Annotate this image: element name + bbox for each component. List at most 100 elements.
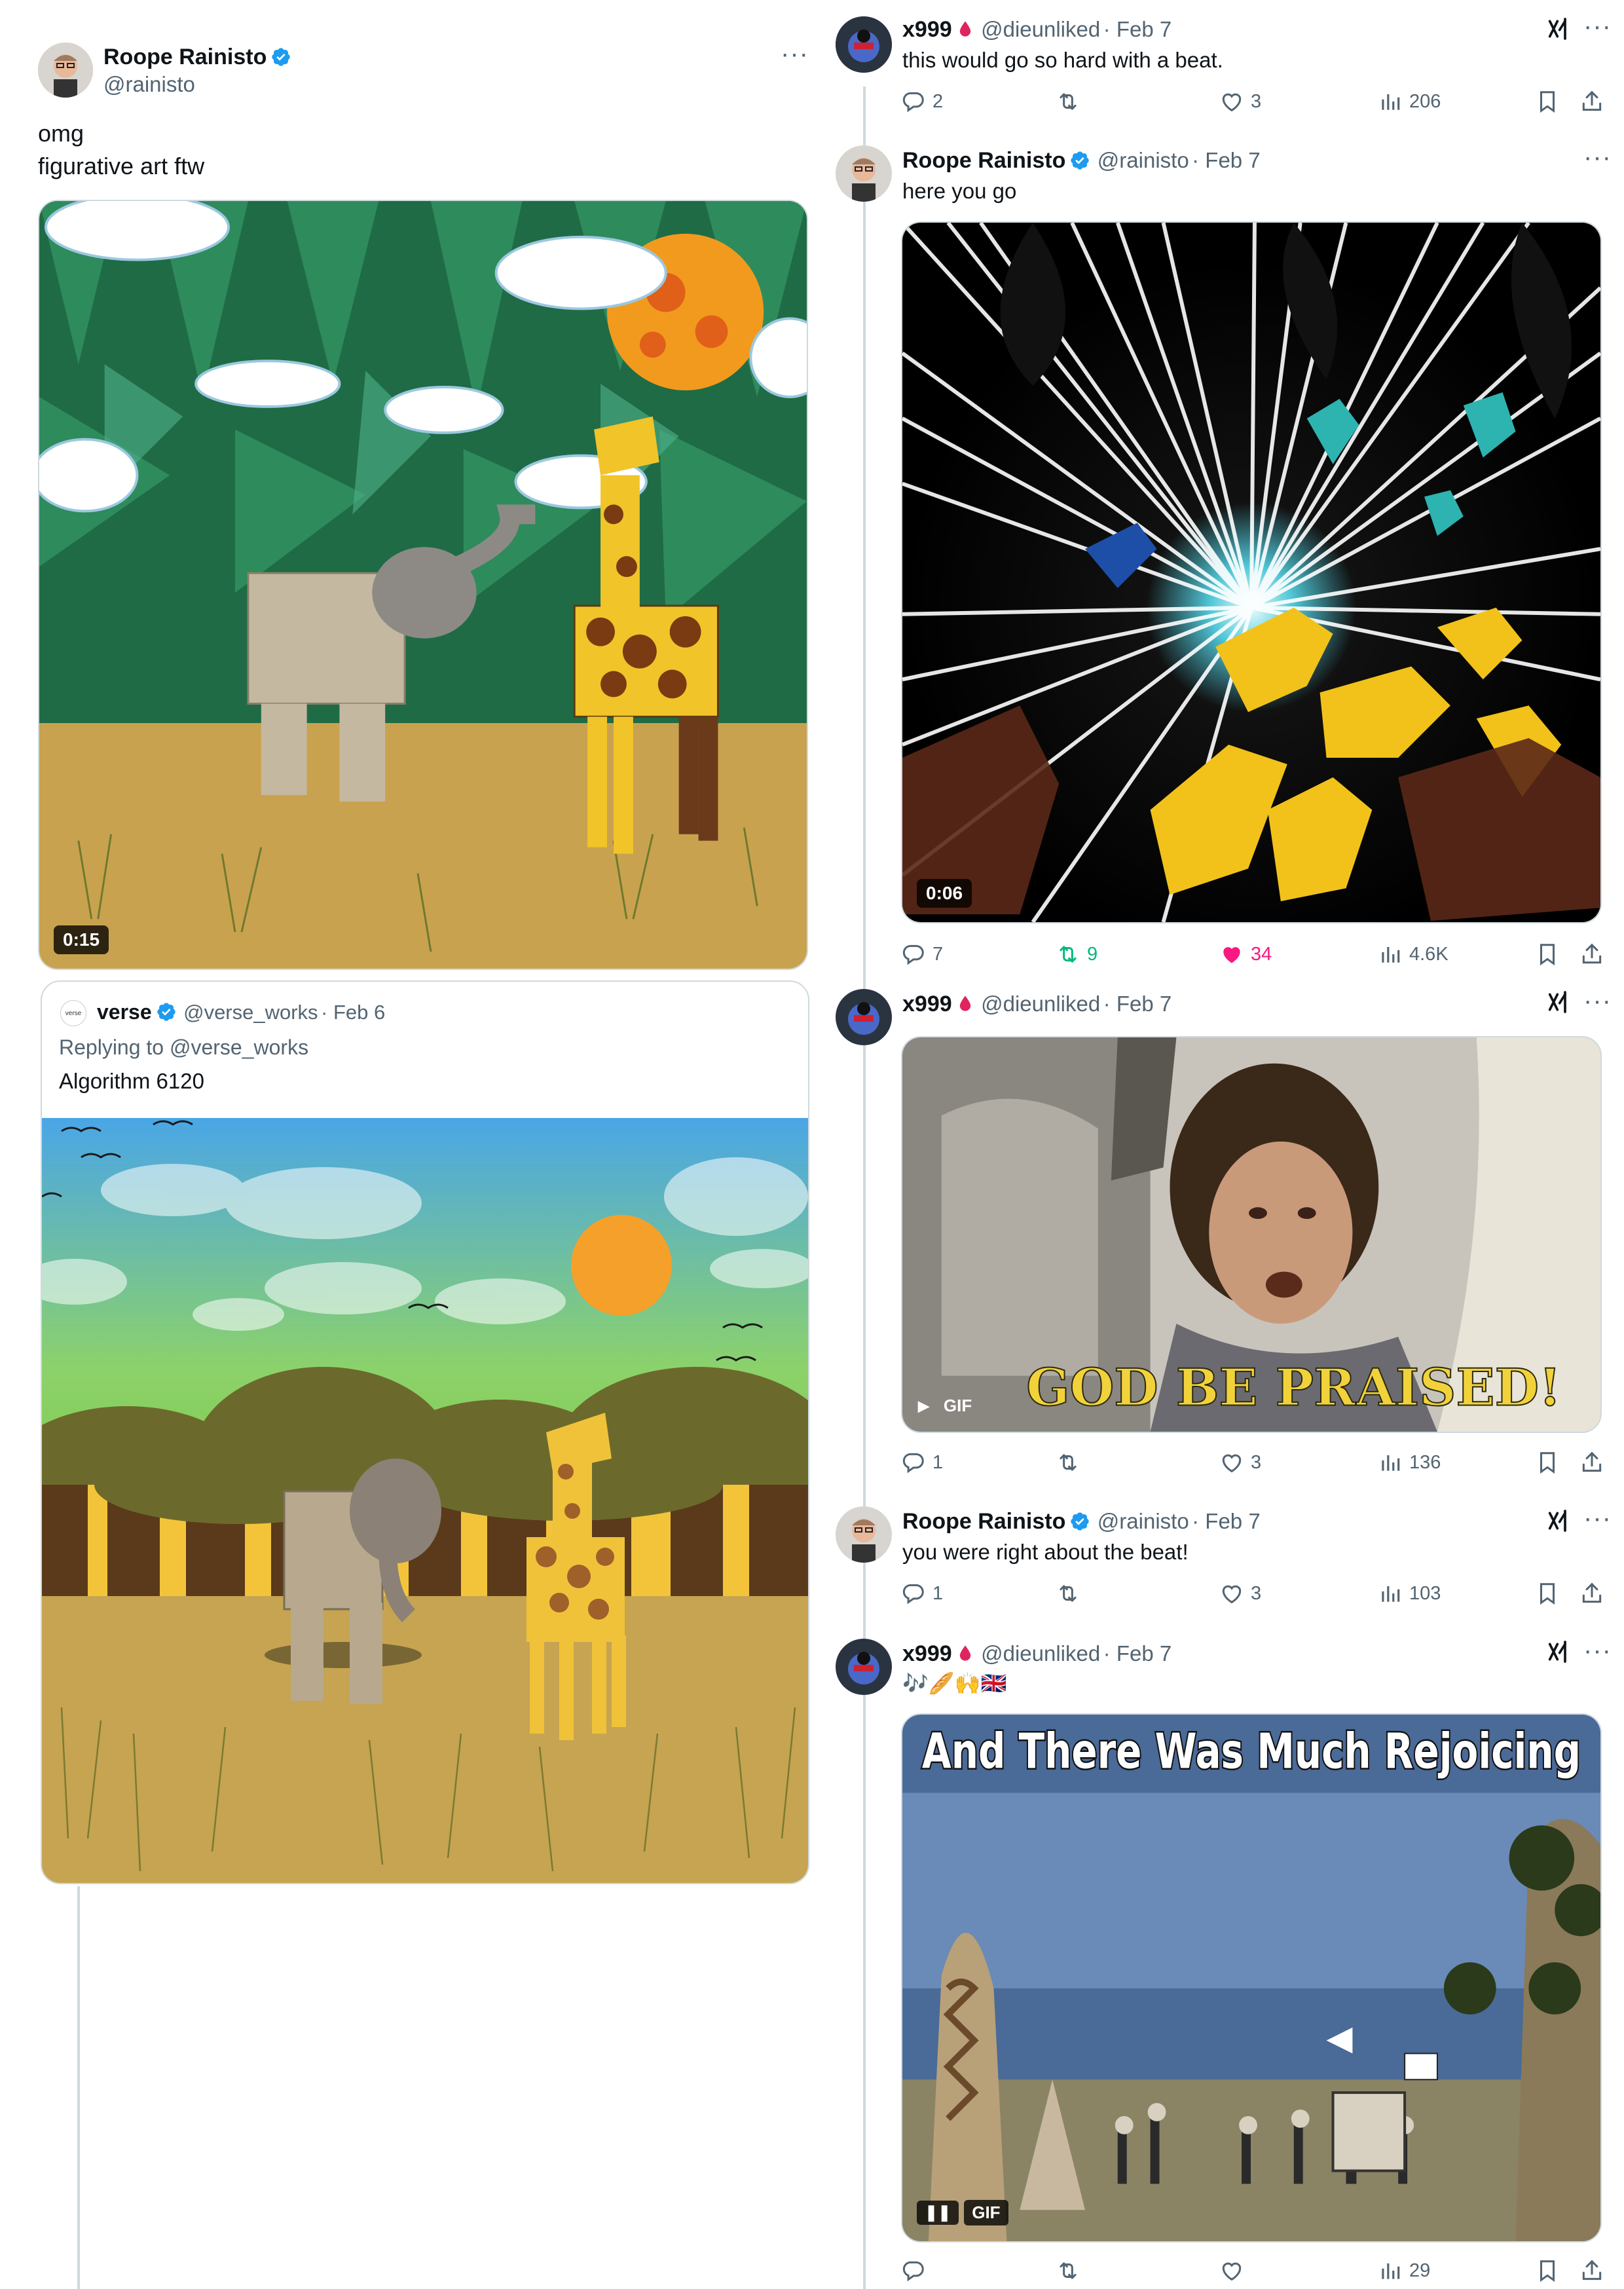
like-button[interactable]: 3	[1219, 1581, 1261, 1606]
grok-icon[interactable]	[1545, 1508, 1572, 1534]
post-date[interactable]: · Feb 7	[1103, 17, 1172, 41]
author-name[interactable]: Roope Rainisto	[103, 45, 267, 69]
share-icon	[1579, 1581, 1604, 1606]
author-row: x999 @dieunliked · Feb 7	[902, 992, 1172, 1017]
quoted-post[interactable]: verse verse @verse_works · Feb 6 Replyin…	[41, 980, 809, 1884]
reply-button[interactable]: 1	[901, 1450, 943, 1475]
blood-drop-icon	[956, 18, 974, 40]
repost-button[interactable]: 9	[1056, 942, 1098, 967]
reply-button[interactable]: 2	[901, 89, 943, 114]
author-name[interactable]: x999	[902, 1641, 952, 1666]
author-row: Roope Rainisto @rainisto · Feb 7	[902, 1509, 1261, 1535]
pause-icon[interactable]: ❚❚	[917, 2201, 959, 2225]
play-icon[interactable]: ▶	[918, 1398, 929, 1415]
share-button[interactable]	[1579, 2258, 1604, 2283]
views-count: 136	[1409, 1451, 1441, 1473]
post-gif[interactable]: And There Was Much Rejoicing ❚❚ GIF	[901, 1713, 1602, 2242]
author-handle[interactable]: @dieunliked	[981, 992, 1100, 1016]
like-button[interactable]: 34	[1219, 942, 1272, 967]
like-count: 34	[1251, 943, 1272, 965]
bookmark-icon	[1535, 1450, 1560, 1475]
more-icon[interactable]: ···	[1583, 1505, 1612, 1531]
share-button[interactable]	[1579, 89, 1604, 114]
author-handle[interactable]: @rainisto	[1098, 1509, 1189, 1533]
like-button[interactable]	[1219, 2258, 1251, 2283]
author-handle[interactable]: @rainisto	[1098, 148, 1189, 172]
avatar[interactable]	[836, 145, 892, 202]
like-button[interactable]: 3	[1219, 89, 1261, 114]
verified-icon	[156, 1001, 177, 1022]
quote-author-name[interactable]: verse	[97, 1000, 152, 1024]
post-date[interactable]: · Feb 7	[1103, 992, 1172, 1016]
gif-badge: ▶ GIF	[918, 1396, 972, 1416]
views-button[interactable]: 136	[1378, 1450, 1441, 1475]
post-video[interactable]: 0:06	[901, 221, 1602, 923]
author-handle[interactable]: @dieunliked	[981, 1641, 1100, 1666]
avatar[interactable]	[38, 43, 93, 98]
author-name[interactable]: x999	[902, 17, 952, 42]
gif-badge: ❚❚ GIF	[917, 2200, 1008, 2225]
views-icon	[1378, 89, 1403, 114]
replying-to[interactable]: Replying to @verse_works	[59, 1035, 308, 1060]
reply-button[interactable]	[901, 2258, 932, 2283]
quote-image[interactable]	[42, 1118, 808, 1883]
more-icon[interactable]: ···	[1583, 988, 1612, 1014]
post-text: here you go	[902, 179, 1017, 203]
post-gif[interactable]: GOD BE PRAISED! ▶ GIF	[901, 1036, 1602, 1433]
views-button[interactable]: 206	[1378, 89, 1441, 114]
share-button[interactable]	[1579, 1581, 1604, 1606]
grok-icon[interactable]	[1545, 989, 1572, 1015]
reply-button[interactable]: 7	[901, 942, 943, 967]
views-count: 29	[1409, 2260, 1431, 2281]
author-row: Roope Rainisto @rainisto · Feb 7	[902, 148, 1261, 174]
repost-button[interactable]	[1056, 2258, 1087, 2283]
more-icon[interactable]: ···	[1583, 1637, 1612, 1664]
avatar[interactable]	[836, 989, 892, 1045]
quote-date[interactable]: · Feb 6	[321, 1001, 385, 1024]
avatar[interactable]	[836, 1639, 892, 1695]
views-count: 206	[1409, 90, 1441, 112]
author-name[interactable]: x999	[902, 992, 952, 1016]
grok-icon[interactable]	[1545, 16, 1572, 42]
views-icon	[1378, 942, 1403, 967]
more-icon[interactable]: ···	[1583, 13, 1612, 39]
avatar[interactable]	[836, 1506, 892, 1563]
share-button[interactable]	[1579, 942, 1604, 967]
repost-button[interactable]	[1056, 89, 1087, 114]
reply-count: 7	[932, 943, 944, 965]
like-button[interactable]: 3	[1219, 1450, 1261, 1475]
post-date[interactable]: · Feb 7	[1103, 1641, 1172, 1666]
views-icon	[1378, 1581, 1403, 1606]
author-row: x999 @dieunliked · Feb 7	[902, 1641, 1172, 1667]
like-icon	[1219, 1581, 1244, 1606]
author-name[interactable]: Roope Rainisto	[902, 1509, 1065, 1534]
bookmark-button[interactable]	[1535, 942, 1560, 967]
post-date[interactable]: · Feb 7	[1192, 1509, 1261, 1533]
views-button[interactable]: 103	[1378, 1581, 1441, 1606]
avatar[interactable]	[836, 16, 892, 73]
bookmark-button[interactable]	[1535, 1450, 1560, 1475]
author-name[interactable]: Roope Rainisto	[902, 148, 1065, 173]
author-handle[interactable]: @rainisto	[103, 72, 195, 97]
more-icon[interactable]: ···	[781, 41, 809, 67]
quote-author-handle[interactable]: @verse_works	[183, 1001, 318, 1024]
reply-count: 1	[932, 1582, 944, 1604]
bookmark-button[interactable]	[1535, 1581, 1560, 1606]
repost-button[interactable]	[1056, 1581, 1087, 1606]
grok-icon[interactable]	[1545, 1639, 1572, 1665]
more-icon[interactable]: ···	[1583, 144, 1612, 170]
bookmark-button[interactable]	[1535, 89, 1560, 114]
bookmark-icon	[1535, 942, 1560, 967]
views-button[interactable]: 4.6K	[1378, 942, 1449, 967]
author-handle[interactable]: @dieunliked	[981, 17, 1100, 41]
share-button[interactable]	[1579, 1450, 1604, 1475]
video-duration: 0:15	[54, 925, 109, 954]
post-date[interactable]: · Feb 7	[1192, 148, 1261, 172]
video-duration: 0:06	[917, 879, 972, 908]
reply-button[interactable]: 1	[901, 1581, 943, 1606]
post-video[interactable]: 0:15	[38, 200, 808, 970]
bookmark-button[interactable]	[1535, 2258, 1560, 2283]
views-button[interactable]: 29	[1378, 2258, 1430, 2283]
repost-button[interactable]	[1056, 1450, 1087, 1475]
author-row: x999 @dieunliked · Feb 7	[902, 17, 1172, 43]
